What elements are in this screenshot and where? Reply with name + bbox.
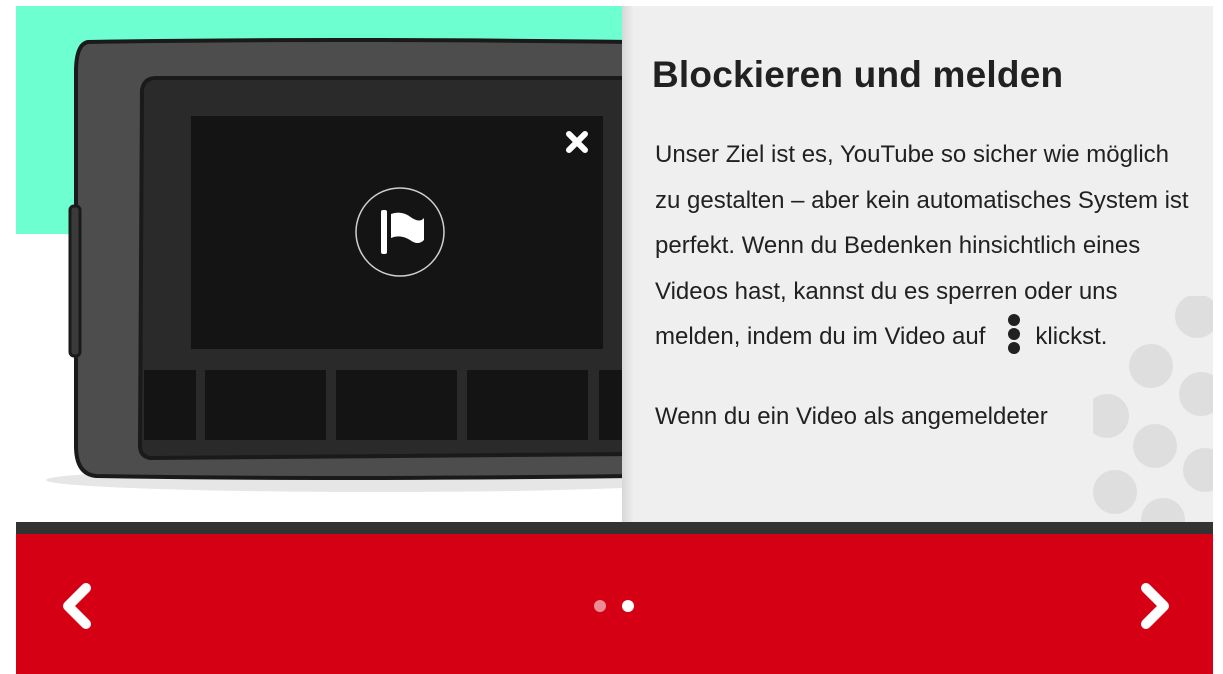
next-button[interactable] [1124,576,1184,636]
chevron-right-icon [1141,583,1169,629]
paragraph-2: Wenn du ein Video als angemeldeter [655,402,1048,430]
previous-button[interactable] [48,576,108,636]
slide-frame: Blockieren und melden Unser Ziel ist es,… [16,6,1213,674]
page-dot-1[interactable] [594,600,606,612]
illustration-panel [16,6,622,522]
paragraph-1: Unser Ziel ist es, YouTube so sicher wie… [655,132,1195,360]
slide-navigation [16,534,1213,674]
tablet-illustration [46,38,622,492]
page-dot-2-active[interactable] [622,600,634,612]
chevron-left-icon [63,583,91,629]
slide-body: Unser Ziel ist es, YouTube so sicher wie… [655,132,1195,440]
text-panel: Blockieren und melden Unser Ziel ist es,… [622,6,1213,522]
slide-heading: Blockieren und melden [652,54,1064,95]
divider [16,522,1213,534]
more-vertical-icon [1007,314,1021,355]
